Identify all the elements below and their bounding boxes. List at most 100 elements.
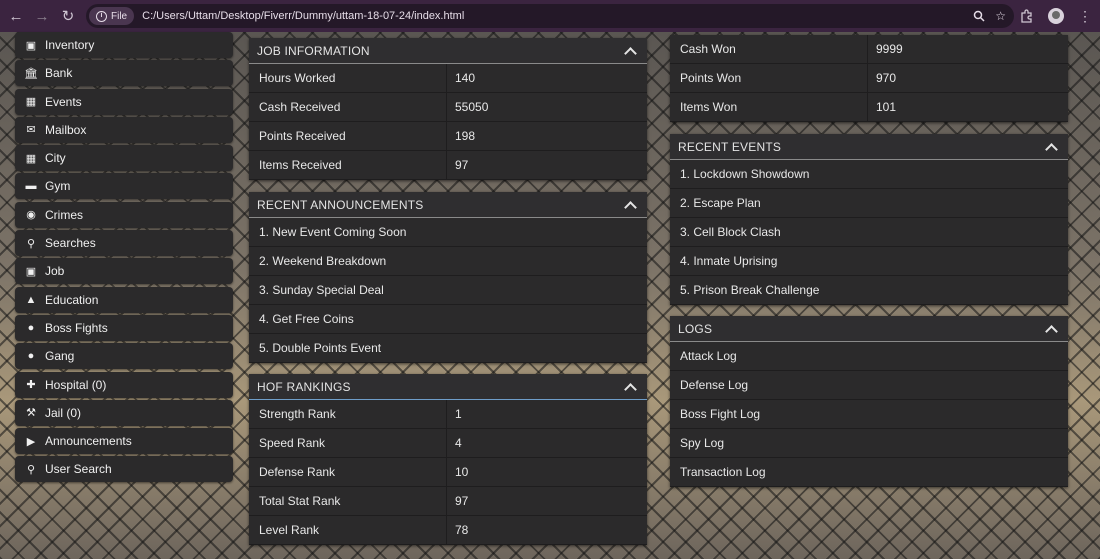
site-info-chip[interactable]: i File <box>89 7 135 25</box>
panel-title: RECENT EVENTS <box>678 139 782 154</box>
sidebar-item-label: Searches <box>45 236 96 251</box>
sidebar-item-bank[interactable]: 🏛 Bank <box>15 60 233 87</box>
list-item[interactable]: Boss Fight Log <box>670 400 1068 429</box>
url-text[interactable]: C:/Users/Uttam/Desktop/Fiverr/Dummy/utta… <box>142 10 464 22</box>
recent-events-header[interactable]: RECENT EVENTS <box>670 134 1068 160</box>
chevron-up-icon[interactable] <box>624 200 637 214</box>
file-chip-label: File <box>111 10 128 22</box>
row-label: Speed Rank <box>249 429 447 457</box>
sidebar-item-crimes[interactable]: ◉ Crimes <box>15 201 233 228</box>
sidebar-item-boss-fights[interactable]: ● Boss Fights <box>15 314 233 341</box>
sidebar-item-announcements[interactable]: ▶ Announcements <box>15 428 233 455</box>
briefcase-icon: ▣ <box>25 265 37 278</box>
panel-title: JOB INFORMATION <box>257 43 370 58</box>
chevron-up-icon[interactable] <box>624 46 637 60</box>
row-label: Level Rank <box>249 516 447 544</box>
hof-rankings-panel: HOF RANKINGS Strength Rank 1 Speed Rank 4 De… <box>249 374 647 545</box>
search-icon: ⚲ <box>26 237 36 250</box>
hof-rankings-header[interactable]: HOF RANKINGS <box>249 374 647 400</box>
list-item[interactable]: 4. Get Free Coins <box>249 305 647 334</box>
profile-avatar[interactable] <box>1048 8 1064 24</box>
row-label: Total Stat Rank <box>249 487 447 515</box>
announcements-panel: RECENT ANNOUNCEMENTS 1. New Event Coming… <box>249 192 647 363</box>
city-icon: ▦ <box>25 152 37 165</box>
list-item[interactable]: 4. Inmate Uprising <box>670 247 1068 276</box>
graduation-cap-icon: ▲ <box>25 293 37 306</box>
info-icon: i <box>96 10 107 22</box>
mask-icon: ◉ <box>26 209 36 222</box>
back-arrow-icon[interactable]: ← <box>3 0 29 32</box>
job-information-panel: JOB INFORMATION Hours Worked 140 Cash Rece… <box>249 38 647 180</box>
sidebar-item-label: Mailbox <box>45 122 87 137</box>
row-value: 97 <box>455 494 469 508</box>
sidebar-item-events[interactable]: ▦ Events <box>15 88 233 115</box>
list-item[interactable]: 3. Sunday Special Deal <box>249 276 647 305</box>
row-value: 970 <box>876 71 897 85</box>
menu-kebab-icon[interactable]: ⋮ <box>1078 9 1092 23</box>
calendar-icon: ▦ <box>25 96 37 109</box>
chevron-up-icon[interactable] <box>1045 324 1058 338</box>
table-row: Points Received 198 <box>249 122 647 151</box>
announcements-header[interactable]: RECENT ANNOUNCEMENTS <box>249 192 647 218</box>
logs-header[interactable]: LOGS <box>670 316 1068 342</box>
chevron-up-icon[interactable] <box>624 382 637 396</box>
sidebar-item-gang[interactable]: ● Gang <box>15 343 233 370</box>
sidebar-item-gym[interactable]: ▬ Gym <box>15 173 233 200</box>
table-row: Hours Worked 140 <box>249 64 647 93</box>
list-item[interactable]: 3. Cell Block Clash <box>670 218 1068 247</box>
list-item[interactable]: Transaction Log <box>670 458 1068 487</box>
table-row: Strength Rank 1 <box>249 400 647 429</box>
row-label: Points Received <box>249 122 447 150</box>
row-value: 140 <box>455 71 476 85</box>
table-row: Speed Rank 4 <box>249 429 647 458</box>
list-item[interactable]: 2. Escape Plan <box>670 189 1068 218</box>
sidebar-item-city[interactable]: ▦ City <box>15 145 233 172</box>
sidebar-item-jail-0[interactable]: ⚒ Jail (0) <box>15 399 233 426</box>
list-item[interactable]: Attack Log <box>670 342 1068 371</box>
zoom-icon[interactable] <box>973 10 985 22</box>
sidebar-item-label: Hospital (0) <box>45 377 107 392</box>
row-label: Items Received <box>249 151 447 179</box>
sidebar-item-job[interactable]: ▣ Job <box>15 258 233 285</box>
sidebar-item-label: Announcements <box>45 434 132 449</box>
sidebar-item-hospital-0[interactable]: ✚ Hospital (0) <box>15 371 233 398</box>
list-item[interactable]: Spy Log <box>670 429 1068 458</box>
sidebar-item-inventory[interactable]: ▣ Inventory <box>15 32 233 58</box>
sidebar-item-label: Bank <box>45 66 73 81</box>
list-item[interactable]: Defense Log <box>670 371 1068 400</box>
table-row: Cash Received 55050 <box>249 93 647 122</box>
forward-arrow-icon[interactable]: → <box>29 0 55 32</box>
bullhorn-icon: ▶ <box>26 435 36 448</box>
extensions-icon[interactable] <box>1020 9 1034 23</box>
row-label: Hours Worked <box>249 64 447 92</box>
sidebar-item-label: Crimes <box>45 207 83 222</box>
hospital-icon: ✚ <box>26 379 36 392</box>
table-row: Defense Rank 10 <box>249 458 647 487</box>
sidebar-item-education[interactable]: ▲ Education <box>15 286 233 313</box>
sidebar-item-label: Gym <box>45 179 71 194</box>
sidebar-item-searches[interactable]: ⚲ Searches <box>15 230 233 257</box>
row-label: Strength Rank <box>249 400 447 428</box>
address-bar[interactable]: i File C:/Users/Uttam/Desktop/Fiverr/Dum… <box>86 4 1014 28</box>
list-item[interactable]: 5. Prison Break Challenge <box>670 276 1068 305</box>
list-item[interactable]: 1. New Event Coming Soon <box>249 218 647 247</box>
bookmark-star-icon[interactable]: ☆ <box>995 9 1006 23</box>
dumbbell-icon: ▬ <box>25 180 37 193</box>
table-row: Cash Won 9999 <box>670 35 1068 64</box>
panel-title: RECENT ANNOUNCEMENTS <box>257 197 424 212</box>
table-row: Items Won 101 <box>670 93 1068 122</box>
row-label: Items Won <box>670 93 868 121</box>
table-row: Items Received 97 <box>249 151 647 180</box>
list-item[interactable]: 2. Weekend Breakdown <box>249 247 647 276</box>
reload-icon[interactable]: ↻ <box>55 0 81 32</box>
list-item[interactable]: 5. Double Points Event <box>249 334 647 363</box>
row-value: 4 <box>455 436 462 450</box>
sidebar-item-mailbox[interactable]: ✉ Mailbox <box>15 116 233 143</box>
chevron-up-icon[interactable] <box>1045 142 1058 156</box>
row-label: Cash Received <box>249 93 447 121</box>
list-item[interactable]: 1. Lockdown Showdown <box>670 160 1068 189</box>
table-row: Total Stat Rank 97 <box>249 487 647 516</box>
bank-icon: 🏛 <box>24 67 38 80</box>
job-information-header[interactable]: JOB INFORMATION <box>249 38 647 64</box>
sidebar-item-user-search[interactable]: ⚲ User Search <box>15 456 233 483</box>
